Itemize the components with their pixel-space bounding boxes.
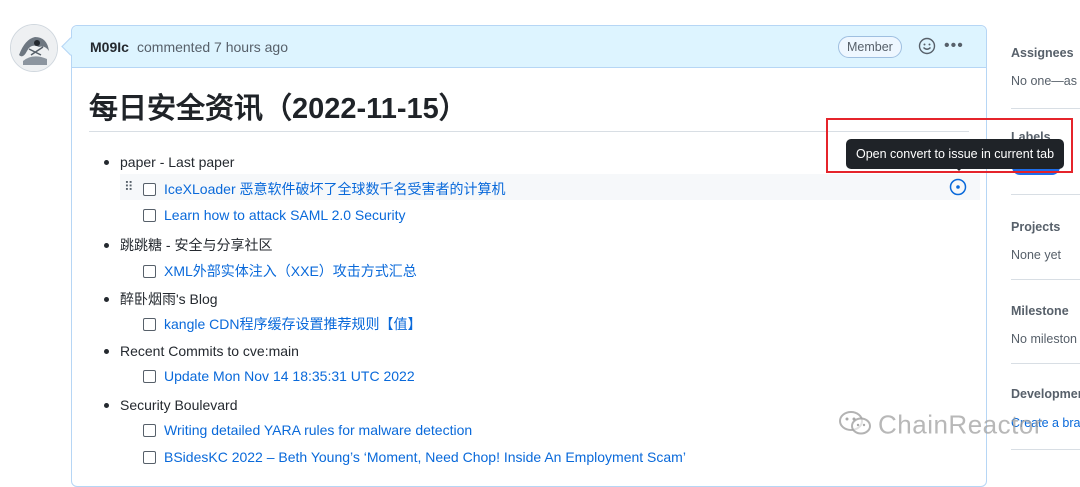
- sidebar-divider: [1011, 279, 1080, 280]
- list-item: Security Boulevard: [104, 397, 238, 413]
- comment-header: M09Ic commented 7 hours ago Member •••: [72, 26, 986, 68]
- sidebar-divider: [1011, 194, 1080, 195]
- sidebar-assignees-value: No one—as: [1011, 74, 1078, 88]
- bullet: [104, 402, 109, 408]
- task-item: XML外部实体注入（XXE）攻击方式汇总: [143, 261, 417, 281]
- avatar[interactable]: [10, 24, 58, 72]
- comment-timestamp[interactable]: commented 7 hours ago: [137, 39, 288, 55]
- list-item: paper - Last paper: [104, 154, 234, 170]
- task-checkbox[interactable]: [143, 264, 156, 278]
- task-link[interactable]: Update Mon Nov 14 18:35:31 UTC 2022: [164, 368, 415, 384]
- more-options-icon[interactable]: •••: [944, 37, 966, 55]
- task-link[interactable]: IceXLoader 恶意软件破坏了全球数千名受害者的计算机: [164, 181, 506, 197]
- bullet: [104, 348, 109, 354]
- sidebar-projects-heading[interactable]: Projects: [1011, 220, 1060, 234]
- task-item: Writing detailed YARA rules for malware …: [143, 422, 472, 438]
- task-checkbox[interactable]: [143, 317, 156, 331]
- task-link[interactable]: Learn how to attack SAML 2.0 Security: [164, 207, 406, 223]
- bullet: [104, 242, 109, 248]
- comment-author[interactable]: M09Ic: [90, 39, 129, 55]
- sidebar-divider: [1011, 449, 1080, 450]
- task-checkbox[interactable]: [143, 369, 156, 383]
- task-link[interactable]: XML外部实体注入（XXE）攻击方式汇总: [164, 263, 417, 279]
- watermark-text: ChainReactor: [878, 409, 1043, 440]
- list-item: 跳跳糖 - 安全与分享社区: [104, 235, 272, 255]
- task-checkbox[interactable]: [143, 182, 156, 196]
- section-heading: Recent Commits to cve:main: [120, 343, 299, 359]
- task-link[interactable]: BSidesKC 2022 – Beth Young’s ‘Moment, Ne…: [164, 449, 686, 465]
- task-link[interactable]: kangle CDN程序缓存设置推荐规则【值】: [164, 316, 421, 332]
- task-checkbox[interactable]: [143, 208, 156, 222]
- sidebar-divider: [1011, 108, 1080, 109]
- task-link[interactable]: Writing detailed YARA rules for malware …: [164, 422, 472, 438]
- sidebar-divider: [1011, 363, 1080, 364]
- sidebar-development-heading[interactable]: Developmen: [1011, 387, 1080, 401]
- list-item: Recent Commits to cve:main: [104, 343, 299, 359]
- task-checkbox[interactable]: [143, 423, 156, 437]
- task-item: Update Mon Nov 14 18:35:31 UTC 2022: [143, 368, 415, 384]
- watermark: ChainReactor: [838, 409, 1043, 444]
- task-item: kangle CDN程序缓存设置推荐规则【值】: [143, 314, 421, 334]
- list-item: 醉卧烟雨's Blog: [104, 289, 218, 309]
- bullet: [104, 296, 109, 302]
- section-heading: paper - Last paper: [120, 154, 235, 170]
- task-checkbox[interactable]: [143, 450, 156, 464]
- task-item: IceXLoader 恶意软件破坏了全球数千名受害者的计算机: [143, 179, 506, 199]
- sidebar-milestone-heading[interactable]: Milestone: [1011, 304, 1069, 318]
- section-heading: 跳跳糖 - 安全与分享社区: [120, 237, 273, 253]
- convert-to-issue-icon[interactable]: [949, 178, 967, 196]
- sidebar-assignees-heading[interactable]: Assignees: [1011, 46, 1074, 60]
- avatar-image: [11, 25, 57, 71]
- section-heading: 醉卧烟雨's Blog: [120, 291, 218, 307]
- task-item: BSidesKC 2022 – Beth Young’s ‘Moment, Ne…: [143, 449, 686, 465]
- annotation-highlight-box: [826, 118, 1073, 173]
- task-item: Learn how to attack SAML 2.0 Security: [143, 207, 406, 223]
- sidebar-projects-value: None yet: [1011, 248, 1062, 262]
- sidebar-milestone-value: No mileston: [1011, 332, 1077, 346]
- emoji-reaction-icon[interactable]: [918, 37, 936, 55]
- section-heading: Security Boulevard: [120, 397, 238, 413]
- bullet: [104, 159, 109, 165]
- issue-title: 每日安全资讯（2022-11-15）: [89, 93, 468, 125]
- wechat-icon: [838, 409, 872, 444]
- member-badge: Member: [838, 36, 902, 58]
- drag-handle-icon[interactable]: ⠿: [124, 179, 134, 195]
